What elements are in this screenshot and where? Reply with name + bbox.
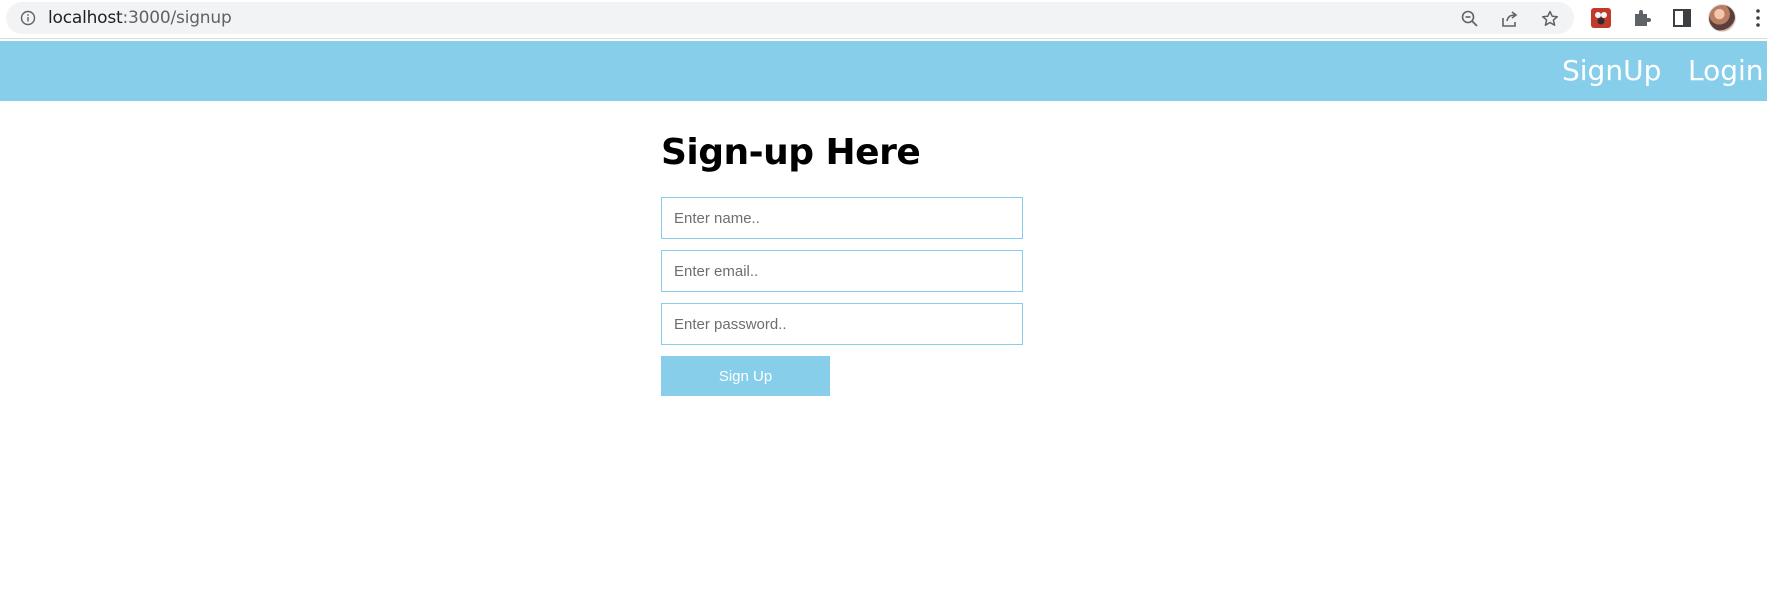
extension-app-icon[interactable]: [1590, 7, 1612, 29]
bookmark-star-icon[interactable]: [1540, 9, 1560, 29]
title-spacer: [661, 181, 1023, 197]
password-input[interactable]: [661, 303, 1023, 345]
page-title: Sign-up Here: [661, 132, 921, 173]
nav-link-login[interactable]: Login: [1688, 55, 1764, 87]
url-text[interactable]: localhost:3000/signup: [48, 9, 232, 27]
nav-link-signup[interactable]: SignUp: [1562, 55, 1661, 87]
profile-avatar[interactable]: [1708, 4, 1736, 32]
signup-form: Sign-up Here Sign Up: [661, 125, 1023, 396]
browser-toolbar: localhost:3000/signup: [0, 0, 1767, 39]
share-icon[interactable]: [1500, 9, 1520, 29]
navbar: SignUp Login: [0, 41, 1767, 101]
info-icon[interactable]: [20, 10, 36, 26]
puzzle-extensions-icon[interactable]: [1631, 7, 1653, 29]
side-panel-icon[interactable]: [1671, 7, 1693, 29]
name-input[interactable]: [661, 197, 1023, 239]
url-path: :3000/signup: [122, 8, 232, 28]
kebab-menu-icon[interactable]: [1755, 8, 1761, 28]
signup-submit-button[interactable]: Sign Up: [661, 356, 830, 396]
zoom-out-icon[interactable]: [1460, 9, 1480, 29]
address-bar[interactable]: localhost:3000/signup: [6, 2, 1574, 34]
email-input[interactable]: [661, 250, 1023, 292]
url-host: localhost: [48, 8, 123, 28]
